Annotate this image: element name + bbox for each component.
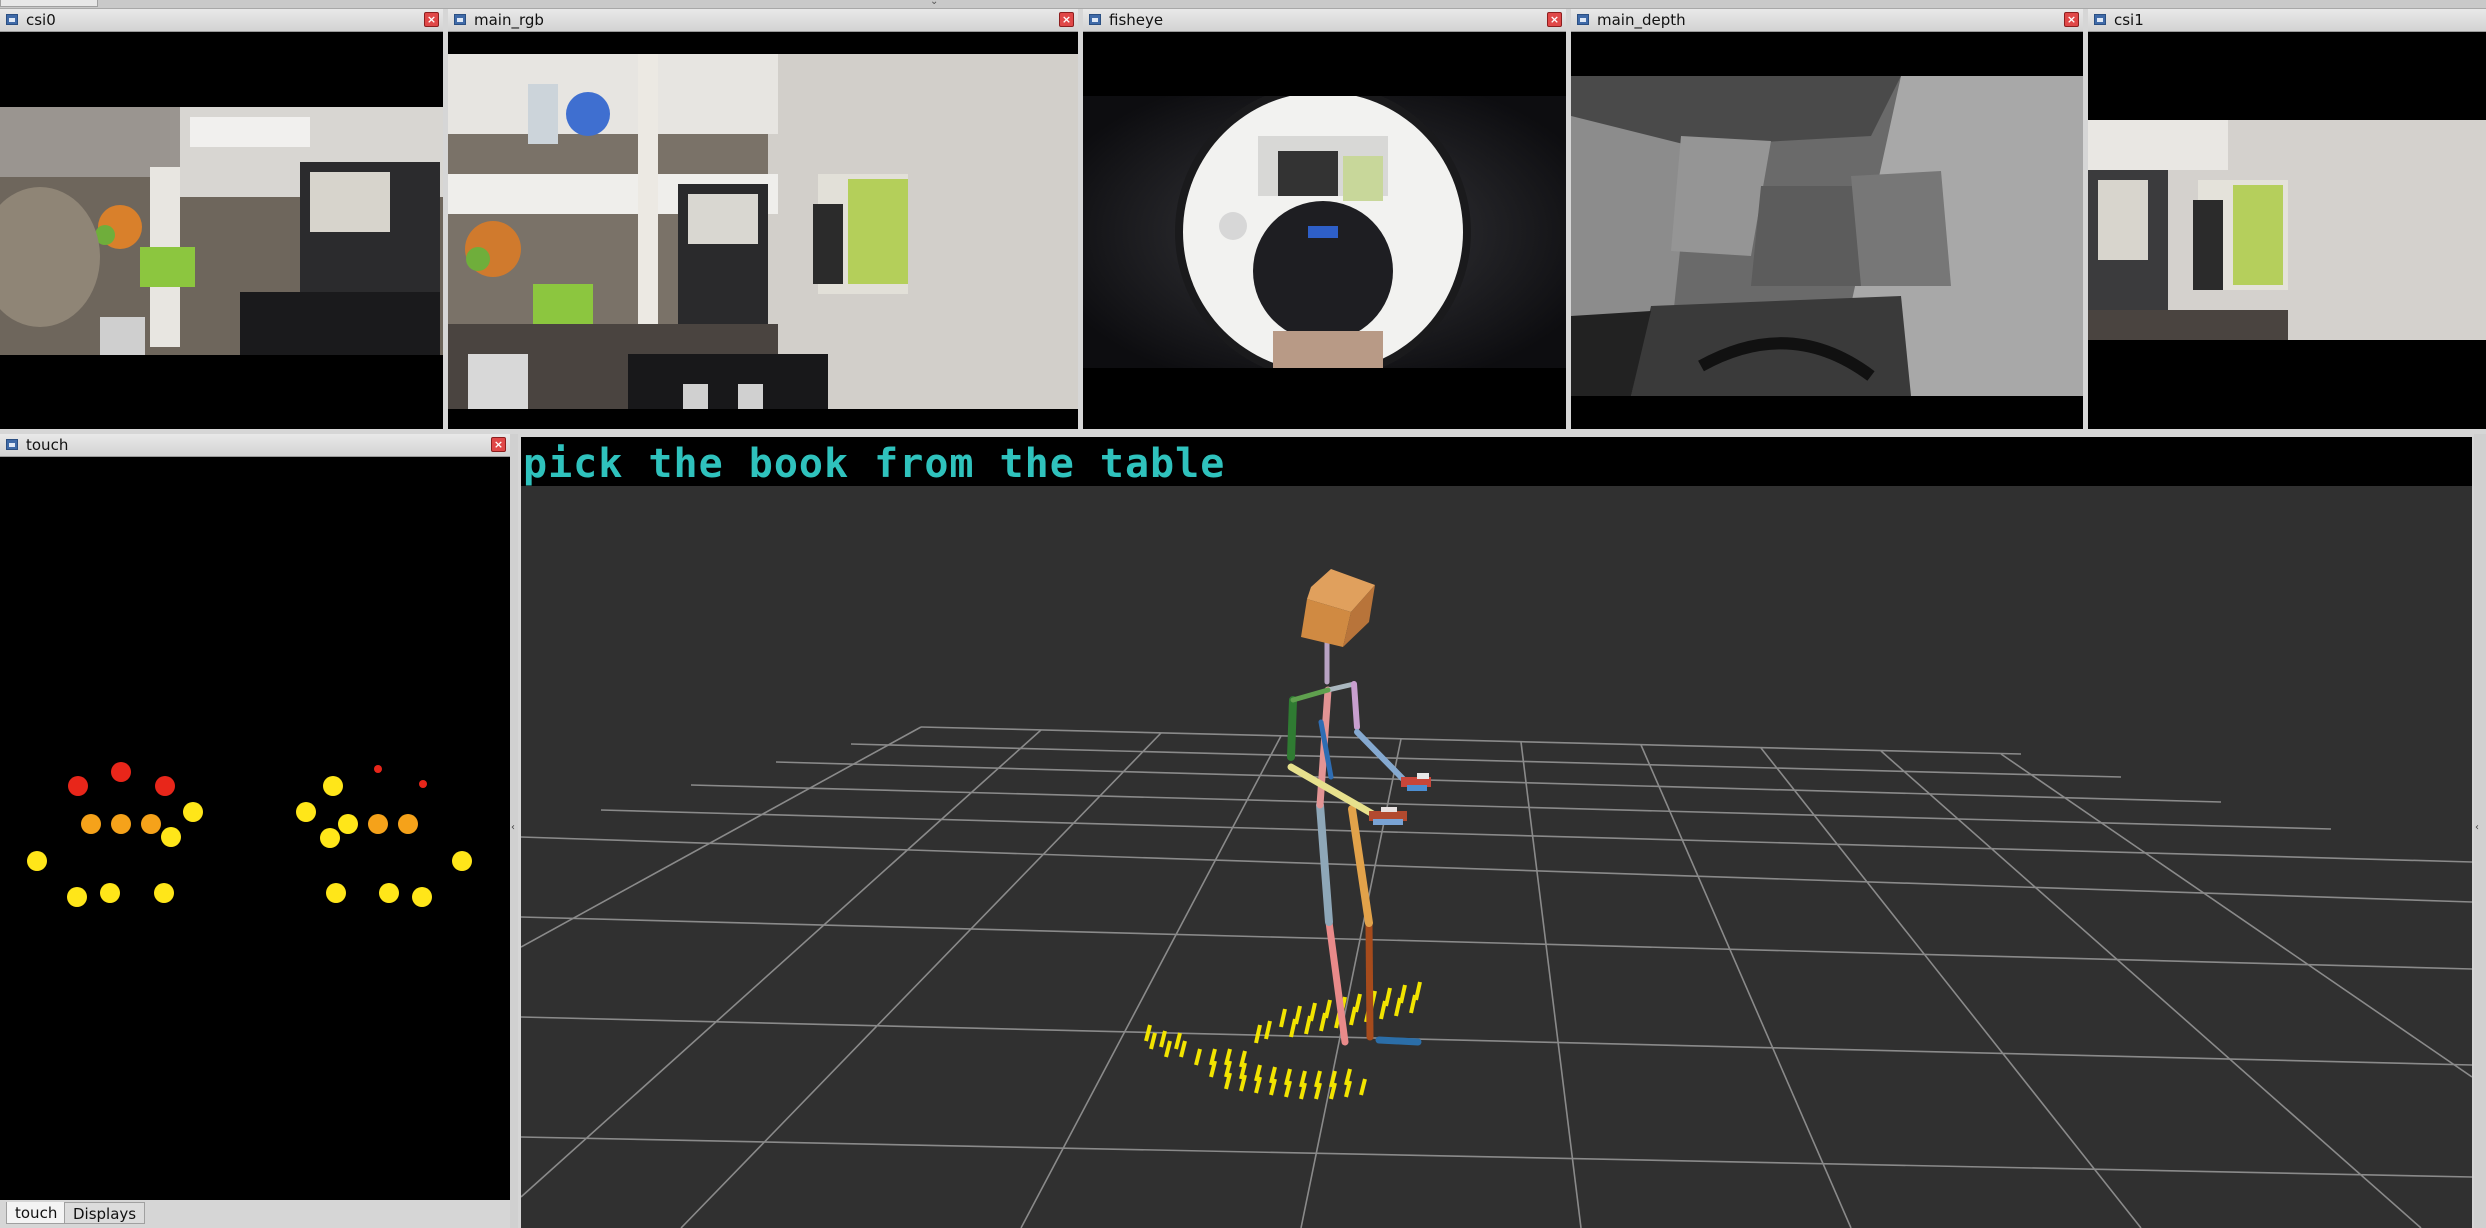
panel-title: csi0 [26,11,56,29]
camera-view [1083,32,1566,429]
rviz-3d-view[interactable]: pick the book from the table [521,437,2472,1228]
close-icon[interactable]: × [424,12,439,27]
panel-titlebar[interactable]: csi1 [2088,9,2486,32]
camera-image-main-depth [1571,76,2083,396]
close-icon[interactable]: × [1547,12,1562,27]
panel-title: main_depth [1597,11,1686,29]
splitter-arrow-icon: ‹ [2475,822,2479,833]
panel-main-rgb: main_rgb × [448,9,1078,429]
panel-titlebar[interactable]: main_rgb × [448,9,1078,32]
close-icon[interactable]: × [1059,12,1074,27]
left-hand [1369,807,1407,825]
right-hand [1401,773,1431,791]
window-icon [454,14,466,25]
floor-grid [521,726,2472,1228]
camera-view [448,32,1078,429]
panel-titlebar[interactable]: main_depth × [1571,9,2083,32]
camera-view [2088,32,2486,429]
panel-titlebar[interactable]: touch × [0,434,510,457]
close-icon[interactable]: × [491,437,506,452]
panel-touch: touch × [0,434,510,1200]
panel-main-depth: main_depth × [1571,9,2083,429]
window-icon [2094,14,2106,25]
touch-sensor-view [0,457,510,1200]
window-icon [6,14,18,25]
dock-tab-bar: touch Displays [0,1200,510,1228]
tab-displays[interactable]: Displays [64,1202,146,1224]
panel-title: touch [26,436,69,454]
camera-image-csi1 [2088,120,2486,340]
panel-fisheye: fisheye × [1083,9,1566,429]
window-icon [6,439,18,450]
camera-view [1571,32,2083,429]
scene-3d [521,569,2472,1228]
top-tab-stub[interactable] [0,0,98,7]
panel-titlebar[interactable]: fisheye × [1083,9,1566,32]
top-toolbar-strip: ⌄ [0,0,2486,9]
window-icon [1577,14,1589,25]
panel-title: csi1 [2114,11,2144,29]
dock-splitter-right[interactable]: ‹ [2474,434,2486,1228]
camera-view [0,32,443,429]
dock-splitter-left[interactable]: ‹ [510,434,518,1228]
camera-image-fisheye [1083,96,1566,368]
tab-touch[interactable]: touch [6,1202,67,1224]
panel-csi1: csi1 [2088,9,2486,429]
camera-image-csi0 [0,107,443,355]
touch-heatmap [0,457,510,1200]
close-icon[interactable]: × [2064,12,2079,27]
window-icon [1089,14,1101,25]
splitter-arrow-icon: ‹ [511,822,515,833]
human-skeleton [1287,569,1431,1046]
camera-image-main-rgb [448,54,1078,409]
panel-csi0: csi0 × [0,9,443,429]
panel-title: fisheye [1109,11,1164,29]
panel-titlebar[interactable]: csi0 × [0,9,443,32]
chevron-down-icon[interactable]: ⌄ [930,0,938,7]
panel-title: main_rgb [474,11,544,29]
